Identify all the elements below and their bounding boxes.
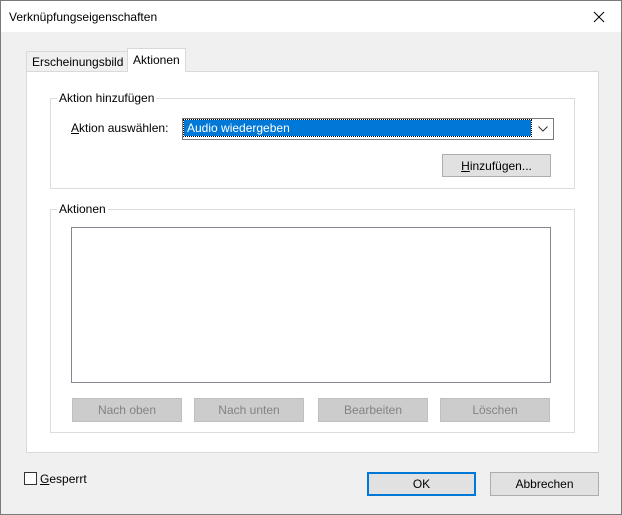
action-select-value: Audio wiedergeben [183, 119, 532, 137]
ok-button[interactable]: OK [367, 472, 476, 496]
tab-erscheinungsbild[interactable]: Erscheinungsbild [26, 51, 130, 72]
tab-erscheinungsbild-label: Erscheinungsbild [32, 55, 124, 69]
window-title: Verknüpfungseigenschaften [9, 10, 158, 24]
add-button-label: inzufügen... [469, 158, 532, 173]
dialog-window: Verknüpfungseigenschaften Erscheinungsbi… [0, 0, 622, 515]
title-bar: Verknüpfungseigenschaften [1, 1, 621, 32]
add-button-mnemonic: H [461, 158, 470, 173]
close-button[interactable] [577, 1, 621, 32]
add-action-group: Aktion hinzufügen Aktion auswählen: Audi… [50, 91, 575, 189]
actions-list[interactable] [71, 227, 551, 383]
move-up-button[interactable]: Nach oben [72, 398, 182, 422]
add-action-legend: Aktion hinzufügen [57, 91, 157, 105]
locked-label-text: esperrt [49, 472, 87, 486]
select-action-label-mnemonic: A [71, 121, 80, 135]
locked-checkbox[interactable] [24, 472, 37, 485]
tab-panel-aktionen: Aktion hinzufügen Aktion auswählen: Audi… [26, 71, 599, 453]
add-action-button[interactable]: Hinzufügen... [442, 154, 551, 177]
action-select[interactable]: Audio wiedergeben [182, 118, 554, 140]
edit-button[interactable]: Bearbeiten [318, 398, 428, 422]
delete-button[interactable]: Löschen [440, 398, 550, 422]
locked-label-mnemonic: G [40, 472, 50, 486]
close-icon [593, 11, 605, 22]
cancel-button[interactable]: Abbrechen [490, 472, 599, 496]
select-action-label: Aktion auswählen: [71, 121, 168, 135]
locked-label: Gesperrt [40, 472, 87, 486]
move-down-button[interactable]: Nach unten [194, 398, 304, 422]
tab-aktionen[interactable]: Aktionen [127, 48, 186, 72]
select-action-label-text: ktion auswählen: [79, 121, 169, 135]
actions-group: Aktionen Nach oben Nach unten Bearbeiten… [50, 202, 575, 433]
tab-aktionen-label: Aktionen [133, 53, 180, 67]
actions-legend: Aktionen [57, 202, 108, 216]
chevron-down-icon[interactable] [533, 119, 553, 139]
